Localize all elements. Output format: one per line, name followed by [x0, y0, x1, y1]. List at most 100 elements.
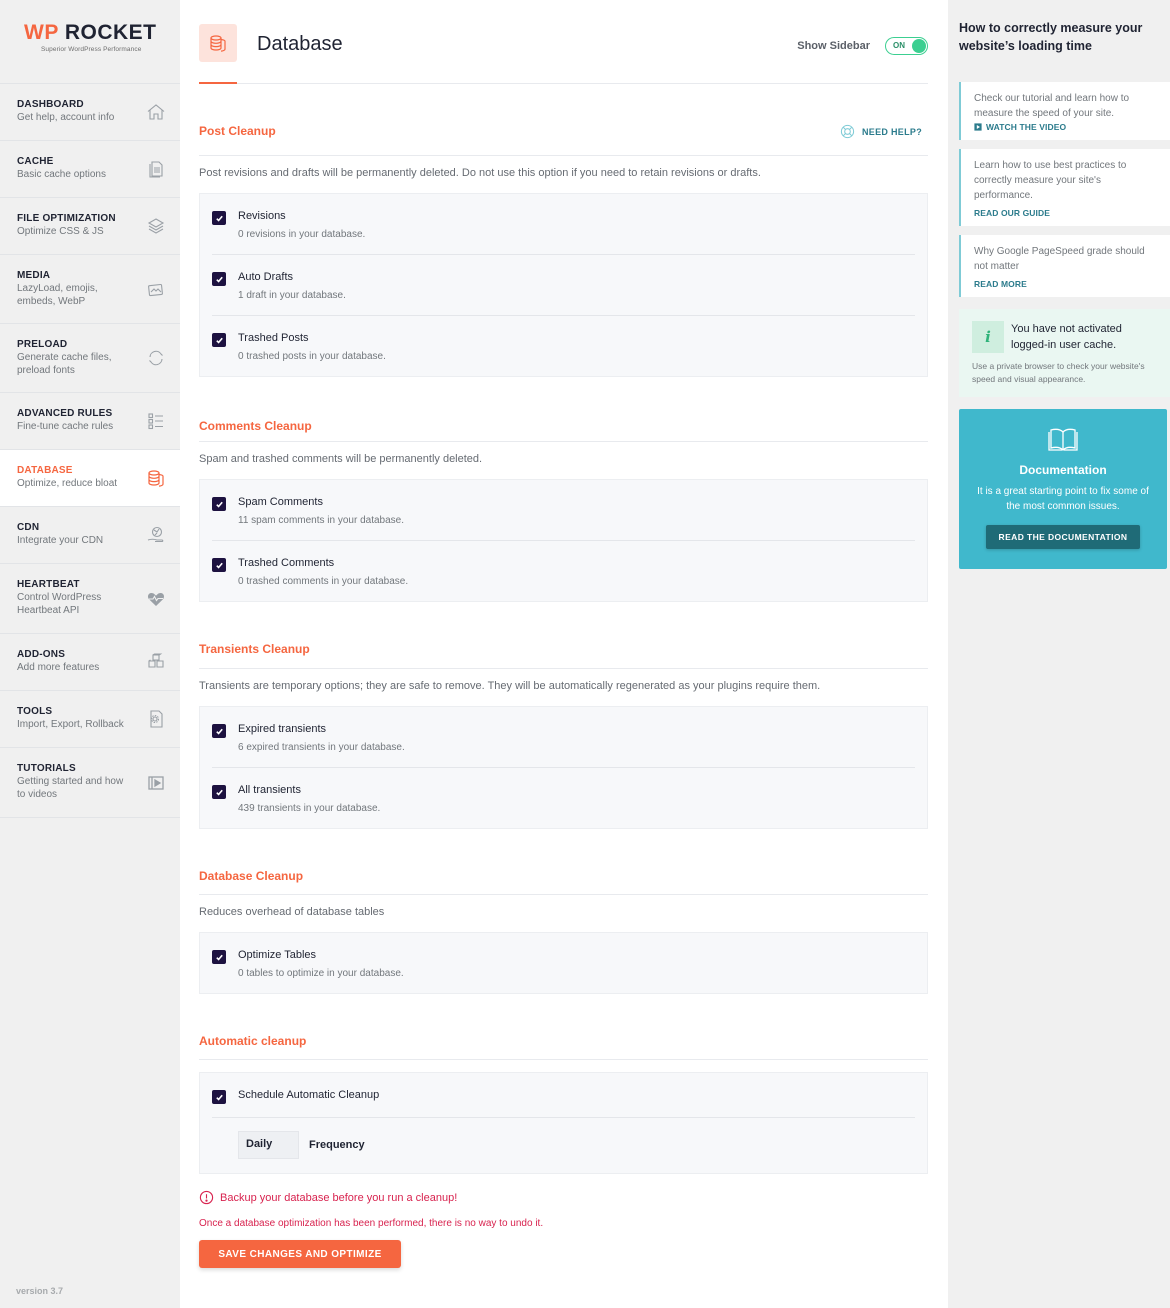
- optimize-tables-checkbox[interactable]: [212, 950, 226, 964]
- nav-item-desc: Generate cache files, preload fonts: [17, 352, 112, 376]
- section-desc: Post revisions and drafts will be perman…: [199, 167, 761, 179]
- checklist-icon: [146, 411, 166, 431]
- nav-item-desc: Optimize CSS & JS: [17, 226, 104, 237]
- options-panel: Expired transients 6 expired transients i…: [199, 706, 928, 829]
- trashed-posts-checkbox[interactable]: [212, 333, 226, 347]
- check-icon: [215, 501, 223, 508]
- frequency-row: Daily Frequency: [212, 1118, 915, 1173]
- check-icon: [215, 215, 223, 222]
- app: WP ROCKET Superior WordPress Performance…: [0, 0, 1170, 1308]
- nav-item-dashboard[interactable]: DASHBOARD Get help, account info: [0, 84, 180, 141]
- save-and-optimize-button[interactable]: SAVE CHANGES AND OPTIMIZE: [199, 1240, 401, 1268]
- video-icon: [974, 123, 982, 131]
- nav-item-database[interactable]: DATABASE Optimize, reduce bloat: [0, 450, 180, 507]
- trashed-comments-checkbox[interactable]: [212, 558, 226, 572]
- nav-item-heartbeat[interactable]: HEARTBEAT Control WordPress Heartbeat AP…: [0, 564, 180, 634]
- tip-card: Why Google PageSpeed grade should not ma…: [959, 235, 1170, 297]
- need-help-link[interactable]: NEED HELP?: [840, 124, 922, 139]
- spam-comments-checkbox[interactable]: [212, 497, 226, 511]
- frequency-select[interactable]: Daily: [238, 1131, 299, 1159]
- cubes-icon: [146, 652, 166, 672]
- read-guide-link[interactable]: READ OUR GUIDE: [974, 208, 1160, 218]
- nav-item-add-ons[interactable]: ADD-ONS Add more features: [0, 634, 180, 691]
- check-icon: [215, 276, 223, 283]
- option-label: All transients: [238, 784, 301, 796]
- automatic-cleanup-section: Automatic cleanup Schedule Automatic Cle…: [199, 994, 928, 1174]
- read-documentation-button[interactable]: READ THE DOCUMENTATION: [985, 525, 1141, 549]
- nav-item-tutorials[interactable]: TUTORIALS Getting started and how to vid…: [0, 748, 180, 818]
- doc-title: Documentation: [1019, 463, 1107, 477]
- logo-prefix: WP: [24, 21, 59, 44]
- lifebuoy-icon: [840, 124, 855, 139]
- nav-item-title: ADVANCED RULES: [17, 408, 113, 419]
- show-sidebar-label: Show Sidebar: [797, 40, 870, 52]
- revisions-checkbox[interactable]: [212, 211, 226, 225]
- nav-item-desc: Getting started and how to videos: [17, 776, 124, 800]
- option-desc: 0 trashed comments in your database.: [238, 576, 409, 587]
- nav-item-advanced-rules[interactable]: ADVANCED RULES Fine-tune cache rules: [0, 393, 180, 450]
- nav-item-title: HEARTBEAT: [17, 579, 80, 590]
- nav-item-desc: Get help, account info: [17, 112, 115, 123]
- doc-text: It is a great starting point to fix some…: [977, 486, 1149, 512]
- check-icon: [215, 562, 223, 569]
- nav-item-desc: Fine-tune cache rules: [17, 421, 114, 432]
- logo-tagline: Superior WordPress Performance: [41, 46, 142, 53]
- globe-hand-icon: [146, 525, 166, 545]
- nav-item-preload[interactable]: PRELOAD Generate cache files, preload fo…: [0, 324, 180, 393]
- nav-item-cache[interactable]: CACHE Basic cache options: [0, 141, 180, 198]
- check-icon: [215, 1094, 223, 1101]
- notice-text: Use a private browser to check your webs…: [972, 361, 1145, 384]
- options-panel: Revisions 0 revisions in your database. A…: [199, 193, 928, 377]
- frequency-label: Frequency: [309, 1139, 365, 1151]
- read-more-link[interactable]: READ MORE: [974, 279, 1160, 289]
- warning-text: Once a database optimization has been pe…: [199, 1218, 544, 1229]
- nav-item-tools[interactable]: TOOLS Import, Export, Rollback: [0, 691, 180, 748]
- options-panel: Optimize Tables 0 tables to optimize in y…: [199, 932, 928, 994]
- book-icon: [1048, 426, 1078, 454]
- show-sidebar-toggle[interactable]: ON: [885, 37, 928, 55]
- expired-transients-checkbox[interactable]: [212, 724, 226, 738]
- nav-item-desc: Import, Export, Rollback: [17, 719, 124, 730]
- option-label: Trashed Comments: [238, 557, 335, 569]
- nav-item-title: TUTORIALS: [17, 763, 76, 774]
- nav-item-title: PRELOAD: [17, 339, 68, 350]
- transients-cleanup-section: Transients Cleanup Transients are tempor…: [199, 602, 928, 829]
- option-label: Revisions: [238, 210, 286, 222]
- section-desc: Reduces overhead of database tables: [199, 906, 385, 918]
- nav-item-desc: Control WordPress Heartbeat API: [17, 592, 102, 616]
- page-header: Database Show Sidebar ON: [199, 0, 928, 84]
- nav-item-title: ADD-ONS: [17, 649, 66, 660]
- logo-name: ROCKET: [64, 21, 157, 44]
- option-auto-drafts: Auto Drafts 1 draft in your database.: [212, 255, 915, 316]
- section-title: Post Cleanup: [199, 124, 276, 138]
- auto-drafts-checkbox[interactable]: [212, 272, 226, 286]
- section-desc: Transients are temporary options; they a…: [199, 680, 821, 692]
- tip-text: Check our tutorial and learn how to meas…: [974, 93, 1130, 119]
- nav-item-file-optimization[interactable]: FILE OPTIMIZATION Optimize CSS & JS: [0, 198, 180, 255]
- nav-item-title: DATABASE: [17, 465, 73, 476]
- check-icon: [215, 728, 223, 735]
- watch-video-link[interactable]: WATCH THE VIDEO: [974, 122, 1160, 132]
- tip-link-label: WATCH THE VIDEO: [986, 122, 1067, 132]
- wp-rocket-logo[interactable]: WP ROCKET Superior WordPress Performance: [0, 0, 180, 84]
- warning-title: Backup your database before you run a cl…: [220, 1191, 458, 1204]
- tip-text: Learn how to use best practices to corre…: [974, 160, 1127, 201]
- nav-item-media[interactable]: MEDIA LazyLoad, emojis, embeds, WebP: [0, 255, 180, 324]
- option-desc: 0 trashed posts in your database.: [238, 351, 386, 362]
- gear-file-icon: [146, 709, 166, 729]
- schedule-cleanup-checkbox[interactable]: [212, 1090, 226, 1104]
- post-cleanup-section: Post Cleanup NEED HELP? Post revisions a…: [199, 84, 928, 377]
- nav-item-cdn[interactable]: CDN Integrate your CDN: [0, 507, 180, 564]
- option-spam-comments: Spam Comments 11 spam comments in your da…: [212, 480, 915, 541]
- images-icon: [146, 279, 166, 299]
- section-title: Automatic cleanup: [199, 1034, 307, 1048]
- nav-item-title: CDN: [17, 522, 40, 533]
- left-nav: WP ROCKET Superior WordPress Performance…: [0, 0, 180, 1308]
- backup-warning: Backup your database before you run a cl…: [199, 1190, 928, 1205]
- file-icon: [146, 159, 166, 179]
- option-revisions: Revisions 0 revisions in your database.: [212, 194, 915, 255]
- show-sidebar-control: Show Sidebar ON: [797, 37, 928, 55]
- nav-item-title: TOOLS: [17, 706, 53, 717]
- all-transients-checkbox[interactable]: [212, 785, 226, 799]
- option-optimize-tables: Optimize Tables 0 tables to optimize in y…: [212, 933, 915, 993]
